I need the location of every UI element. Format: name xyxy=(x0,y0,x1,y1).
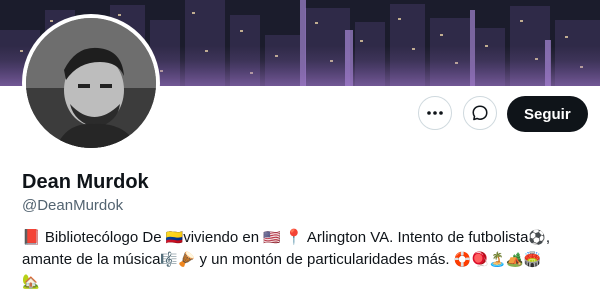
bio-text: amante de la música xyxy=(22,251,161,268)
profile-name: Dean Murdok xyxy=(22,171,149,193)
bio-line-2: amante de la música🎼🪘 y un montón de par… xyxy=(22,249,592,271)
colombia-flag-icon: 🇨🇴 xyxy=(165,230,184,246)
house-icon: 🏡 xyxy=(22,274,40,290)
soccer-ball-icon: ⚽ xyxy=(528,230,546,246)
bio-text: , xyxy=(545,229,551,246)
bio-text: 📕 Bibliotecólogo De xyxy=(22,229,166,246)
avatar[interactable] xyxy=(22,14,160,152)
bio-text: 📍 Arlington VA. Intento de futbolista xyxy=(280,229,529,246)
follow-button-label: Seguir xyxy=(524,105,571,123)
avatar-portrait-image xyxy=(26,18,156,148)
message-button[interactable] xyxy=(463,96,497,130)
more-horizontal-icon xyxy=(427,111,443,115)
bio-line-3: 🏡 xyxy=(22,271,592,293)
us-flag-icon: 🇺🇸 xyxy=(263,230,281,246)
music-instruments-icon: 🎼🪘 xyxy=(160,252,196,268)
follow-button[interactable]: Seguir xyxy=(507,96,588,132)
profile-bio: 📕 Bibliotecólogo De 🇨🇴viviendo en 🇺🇸 📍 A… xyxy=(22,227,592,293)
bio-text: y un montón de particularidades más. xyxy=(195,251,454,268)
bio-text: viviendo en xyxy=(183,229,264,246)
hobby-emojis-icon: 🛟🪀🏝️🏕️🏟️ xyxy=(453,252,541,268)
bio-line-1: 📕 Bibliotecólogo De 🇨🇴viviendo en 🇺🇸 📍 A… xyxy=(22,227,592,249)
profile-handle: @DeanMurdok xyxy=(22,197,124,214)
message-bubble-icon xyxy=(472,105,488,121)
avatar-photo xyxy=(26,18,156,148)
more-options-button[interactable] xyxy=(418,96,452,130)
